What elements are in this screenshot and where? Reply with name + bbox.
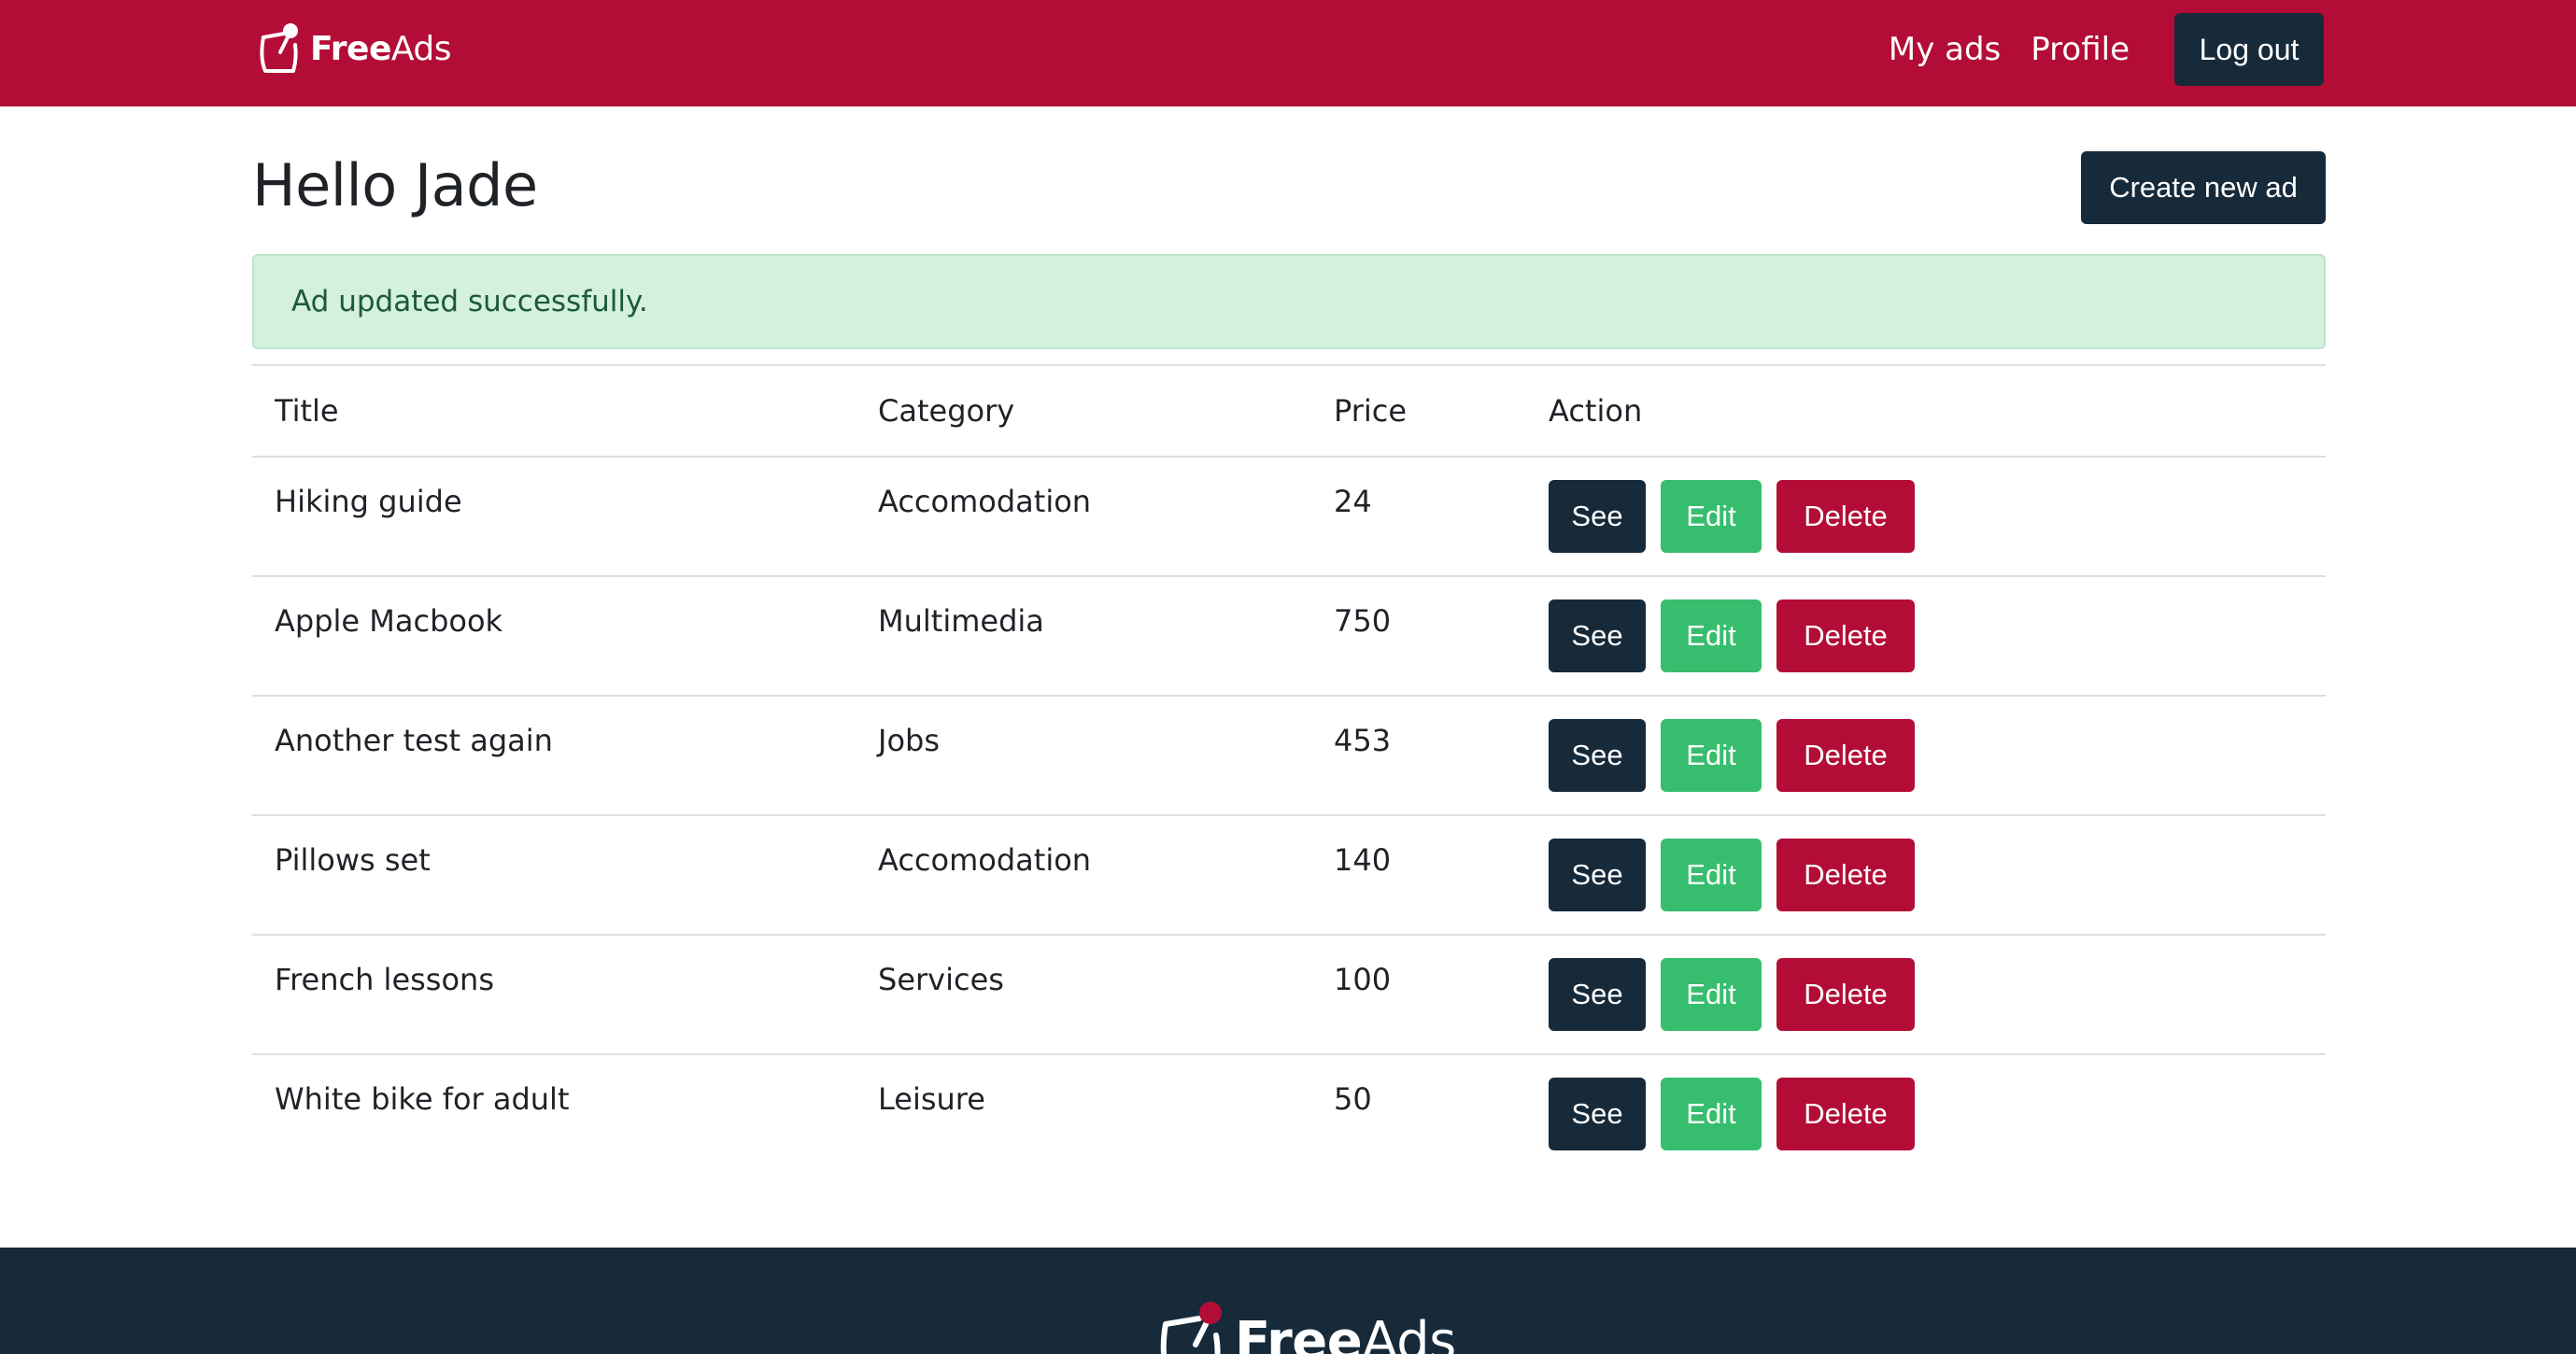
cell-actions: See Edit Delete	[1526, 457, 2326, 576]
top-navbar: FreeAds My ads Profile Log out	[0, 0, 2576, 106]
cell-title: Pillows set	[252, 814, 856, 935]
column-header-action: Action	[1526, 364, 2326, 458]
row-actions: See Edit Delete	[1549, 480, 2325, 553]
see-button[interactable]: See	[1549, 958, 1646, 1031]
table-row: Hiking guide Accomodation 24 See Edit De…	[252, 457, 2326, 576]
cell-title: French lessons	[252, 934, 856, 1054]
edit-button[interactable]: Edit	[1661, 719, 1762, 792]
cell-category: Multimedia	[856, 575, 1311, 696]
cell-actions: See Edit Delete	[1526, 1053, 2326, 1174]
table-row: Pillows set Accomodation 140 See Edit De…	[252, 814, 2326, 935]
table-row: Another test again Jobs 453 See Edit Del…	[252, 695, 2326, 815]
pinned-note-icon	[260, 23, 298, 73]
column-header-price: Price	[1311, 364, 1526, 458]
column-header-title: Title	[252, 364, 856, 458]
cell-actions: See Edit Delete	[1526, 575, 2326, 696]
footer-brand-part1: Free	[1235, 1311, 1363, 1354]
edit-button[interactable]: Edit	[1661, 480, 1762, 553]
brand-logo-link[interactable]: FreeAds	[256, 19, 451, 78]
edit-button[interactable]: Edit	[1661, 1078, 1762, 1150]
see-button[interactable]: See	[1549, 480, 1646, 553]
logout-button[interactable]: Log out	[2174, 13, 2324, 86]
footer-brand-part2: Ads	[1362, 1311, 1456, 1354]
cell-title: White bike for adult	[252, 1053, 856, 1174]
brand-name-part2: Ads	[390, 29, 452, 68]
nav-profile[interactable]: Profile	[2031, 31, 2130, 68]
cell-price: 140	[1311, 814, 1526, 935]
cell-category: Accomodation	[878, 484, 1092, 519]
row-actions: See Edit Delete	[1549, 719, 2325, 792]
cell-price: 750	[1311, 575, 1526, 696]
see-button[interactable]: See	[1549, 1078, 1646, 1150]
footer-brand-name: FreeAds	[1235, 1309, 1456, 1354]
cell-price: 50	[1311, 1053, 1526, 1174]
cell-title: Another test again	[252, 695, 856, 815]
pinned-note-icon	[1160, 1302, 1222, 1354]
cell-actions: See Edit Delete	[1526, 814, 2326, 935]
nav-links: My ads Profile Log out	[1889, 13, 2324, 86]
create-new-ad-button[interactable]: Create new ad	[2081, 151, 2326, 224]
table-row: Apple Macbook Multimedia 750 See Edit De…	[252, 575, 2326, 696]
edit-button[interactable]: Edit	[1661, 958, 1762, 1031]
brand-name-part1: Free	[310, 29, 391, 68]
table-row: French lessons Services 100 See Edit Del…	[252, 934, 2326, 1054]
cell-price: 100	[1311, 934, 1526, 1054]
delete-button[interactable]: Delete	[1776, 719, 1915, 792]
footer-brand-logo[interactable]: FreeAds	[1154, 1300, 1456, 1354]
brand-name: FreeAds	[310, 30, 451, 68]
cell-actions: See Edit Delete	[1526, 934, 2326, 1054]
cell-category: Accomodation	[856, 814, 1311, 935]
cell-title: Hiking guide	[275, 484, 462, 519]
ads-table: Title Category Price Action Hiking guide…	[252, 364, 2326, 1174]
see-button[interactable]: See	[1549, 839, 1646, 911]
cell-actions: See Edit Delete	[1526, 695, 2326, 815]
row-actions: See Edit Delete	[1549, 839, 2325, 911]
delete-button[interactable]: Delete	[1776, 958, 1915, 1031]
footer: FreeAds	[0, 1248, 2576, 1354]
page-title: Hello Jade	[252, 151, 538, 219]
edit-button[interactable]: Edit	[1661, 839, 1762, 911]
edit-button[interactable]: Edit	[1661, 599, 1762, 672]
delete-button[interactable]: Delete	[1776, 1078, 1915, 1150]
row-actions: See Edit Delete	[1549, 1078, 2325, 1150]
alert-message: Ad updated successfully.	[291, 285, 648, 318]
row-actions: See Edit Delete	[1549, 958, 2325, 1031]
delete-button[interactable]: Delete	[1776, 480, 1915, 553]
delete-button[interactable]: Delete	[1776, 839, 1915, 911]
cell-category: Services	[856, 934, 1311, 1054]
see-button[interactable]: See	[1549, 719, 1646, 792]
row-actions: See Edit Delete	[1549, 599, 2325, 672]
cell-category: Leisure	[856, 1053, 1311, 1174]
cell-price: 24	[1334, 484, 1372, 519]
success-alert: Ad updated successfully.	[252, 254, 2326, 349]
see-button[interactable]: See	[1549, 599, 1646, 672]
cell-title: Apple Macbook	[252, 575, 856, 696]
nav-my-ads[interactable]: My ads	[1889, 31, 2001, 68]
table-header-row: Title Category Price Action	[252, 364, 2326, 458]
table-row: White bike for adult Leisure 50 See Edit…	[252, 1053, 2326, 1174]
delete-button[interactable]: Delete	[1776, 599, 1915, 672]
column-header-category: Category	[856, 364, 1311, 458]
cell-category: Jobs	[856, 695, 1311, 815]
cell-price: 453	[1311, 695, 1526, 815]
